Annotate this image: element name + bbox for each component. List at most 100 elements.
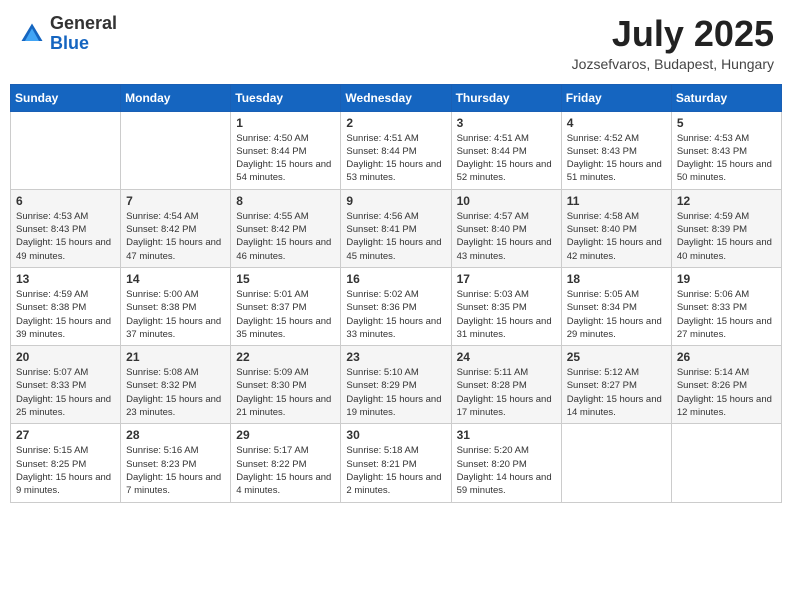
weekday-header-monday: Monday (121, 84, 231, 111)
calendar-cell: 25Sunrise: 5:12 AMSunset: 8:27 PMDayligh… (561, 346, 671, 424)
logo-icon (18, 20, 46, 48)
weekday-header-saturday: Saturday (671, 84, 781, 111)
page-header: General Blue July 2025 Jozsefvaros, Buda… (10, 10, 782, 76)
day-info: Sunrise: 4:51 AMSunset: 8:44 PMDaylight:… (457, 132, 556, 185)
day-number: 10 (457, 194, 556, 208)
calendar-cell: 18 Sunrise: 5:05 AMSunset: 8:34 PMDayligh… (561, 267, 671, 345)
weekday-header-thursday: Thursday (451, 84, 561, 111)
day-number: 17 (457, 272, 556, 286)
weekday-header-sunday: Sunday (11, 84, 121, 111)
day-number: 20 (16, 350, 115, 364)
calendar-cell: 9Sunrise: 4:56 AMSunset: 8:41 PMDaylight… (341, 189, 451, 267)
day-number: 19 (677, 272, 776, 286)
day-info: Sunrise: 5:14 AMSunset: 8:26 PMDaylight:… (677, 366, 776, 419)
logo-blue-text: Blue (50, 34, 117, 54)
calendar-cell: 13Sunrise: 4:59 AMSunset: 8:38 PMDayligh… (11, 267, 121, 345)
calendar-cell: 5 Sunrise: 4:53 AMSunset: 8:43 PMDaylight… (671, 111, 781, 189)
calendar-cell: 12Sunrise: 4:59 AMSunset: 8:39 PMDayligh… (671, 189, 781, 267)
logo: General Blue (18, 14, 117, 54)
day-number: 24 (457, 350, 556, 364)
day-info: Sunrise: 4:52 AMSunset: 8:43 PMDaylight:… (567, 132, 666, 185)
day-info: Sunrise: 5:16 AMSunset: 8:23 PMDaylight:… (126, 444, 225, 497)
calendar-cell: 28 Sunrise: 5:16 AMSunset: 8:23 PMDayligh… (121, 424, 231, 502)
day-number: 1 (236, 116, 335, 130)
day-info: Sunrise: 5:00 AMSunset: 8:38 PMDaylight:… (126, 288, 225, 341)
day-info: Sunrise: 5:05 AMSunset: 8:34 PMDaylight:… (567, 288, 666, 341)
day-info: Sunrise: 4:58 AMSunset: 8:40 PMDaylight:… (567, 210, 666, 263)
day-info: Sunrise: 5:17 AMSunset: 8:22 PMDaylight:… (236, 444, 335, 497)
day-number: 14 (126, 272, 225, 286)
day-number: 23 (346, 350, 445, 364)
month-year-title: July 2025 (572, 14, 774, 54)
calendar-cell: 7 Sunrise: 4:54 AMSunset: 8:42 PMDaylight… (121, 189, 231, 267)
weekday-header-row: SundayMondayTuesdayWednesdayThursdayFrid… (11, 84, 782, 111)
day-number: 4 (567, 116, 666, 130)
calendar-cell: 24 Sunrise: 5:11 AMSunset: 8:28 PMDayligh… (451, 346, 561, 424)
calendar-week-3: 13Sunrise: 4:59 AMSunset: 8:38 PMDayligh… (11, 267, 782, 345)
day-info: Sunrise: 5:01 AMSunset: 8:37 PMDaylight:… (236, 288, 335, 341)
calendar-cell (561, 424, 671, 502)
day-number: 18 (567, 272, 666, 286)
day-info: Sunrise: 5:07 AMSunset: 8:33 PMDaylight:… (16, 366, 115, 419)
location-subtitle: Jozsefvaros, Budapest, Hungary (572, 56, 774, 72)
day-info: Sunrise: 5:18 AMSunset: 8:21 PMDaylight:… (346, 444, 445, 497)
day-info: Sunrise: 5:12 AMSunset: 8:27 PMDaylight:… (567, 366, 666, 419)
day-number: 29 (236, 428, 335, 442)
day-number: 22 (236, 350, 335, 364)
day-number: 3 (457, 116, 556, 130)
calendar-cell: 21 Sunrise: 5:08 AMSunset: 8:32 PMDayligh… (121, 346, 231, 424)
day-info: Sunrise: 4:59 AMSunset: 8:38 PMDaylight:… (16, 288, 115, 341)
calendar-cell: 4 Sunrise: 4:52 AMSunset: 8:43 PMDaylight… (561, 111, 671, 189)
calendar-cell: 8 Sunrise: 4:55 AMSunset: 8:42 PMDaylight… (231, 189, 341, 267)
day-info: Sunrise: 4:51 AMSunset: 8:44 PMDaylight:… (346, 132, 445, 185)
weekday-header-friday: Friday (561, 84, 671, 111)
calendar-cell: 30Sunrise: 5:18 AMSunset: 8:21 PMDayligh… (341, 424, 451, 502)
calendar-cell: 17 Sunrise: 5:03 AMSunset: 8:35 PMDayligh… (451, 267, 561, 345)
title-section: July 2025 Jozsefvaros, Budapest, Hungary (572, 14, 774, 72)
day-info: Sunrise: 5:08 AMSunset: 8:32 PMDaylight:… (126, 366, 225, 419)
day-info: Sunrise: 4:54 AMSunset: 8:42 PMDaylight:… (126, 210, 225, 263)
calendar-cell: 2 Sunrise: 4:51 AMSunset: 8:44 PMDaylight… (341, 111, 451, 189)
day-number: 11 (567, 194, 666, 208)
calendar-cell: 6Sunrise: 4:53 AMSunset: 8:43 PMDaylight… (11, 189, 121, 267)
calendar-cell (11, 111, 121, 189)
day-info: Sunrise: 4:50 AMSunset: 8:44 PMDaylight:… (236, 132, 335, 185)
day-number: 8 (236, 194, 335, 208)
logo-general-text: General (50, 14, 117, 34)
day-info: Sunrise: 4:55 AMSunset: 8:42 PMDaylight:… (236, 210, 335, 263)
day-number: 9 (346, 194, 445, 208)
calendar-week-4: 20 Sunrise: 5:07 AMSunset: 8:33 PMDayligh… (11, 346, 782, 424)
calendar-cell: 1 Sunrise: 4:50 AMSunset: 8:44 PMDaylight… (231, 111, 341, 189)
day-number: 5 (677, 116, 776, 130)
day-info: Sunrise: 4:53 AMSunset: 8:43 PMDaylight:… (677, 132, 776, 185)
calendar-cell: 16Sunrise: 5:02 AMSunset: 8:36 PMDayligh… (341, 267, 451, 345)
calendar-cell: 14 Sunrise: 5:00 AMSunset: 8:38 PMDayligh… (121, 267, 231, 345)
calendar-cell: 29 Sunrise: 5:17 AMSunset: 8:22 PMDayligh… (231, 424, 341, 502)
calendar-cell: 15Sunrise: 5:01 AMSunset: 8:37 PMDayligh… (231, 267, 341, 345)
day-number: 31 (457, 428, 556, 442)
day-info: Sunrise: 5:03 AMSunset: 8:35 PMDaylight:… (457, 288, 556, 341)
day-number: 6 (16, 194, 115, 208)
calendar-week-2: 6Sunrise: 4:53 AMSunset: 8:43 PMDaylight… (11, 189, 782, 267)
calendar-cell: 11 Sunrise: 4:58 AMSunset: 8:40 PMDayligh… (561, 189, 671, 267)
calendar-cell: 26Sunrise: 5:14 AMSunset: 8:26 PMDayligh… (671, 346, 781, 424)
calendar-cell (671, 424, 781, 502)
day-number: 27 (16, 428, 115, 442)
calendar-table: SundayMondayTuesdayWednesdayThursdayFrid… (10, 84, 782, 503)
day-info: Sunrise: 5:15 AMSunset: 8:25 PMDaylight:… (16, 444, 115, 497)
day-info: Sunrise: 5:02 AMSunset: 8:36 PMDaylight:… (346, 288, 445, 341)
day-number: 28 (126, 428, 225, 442)
day-number: 2 (346, 116, 445, 130)
weekday-header-tuesday: Tuesday (231, 84, 341, 111)
calendar-week-5: 27 Sunrise: 5:15 AMSunset: 8:25 PMDayligh… (11, 424, 782, 502)
day-number: 7 (126, 194, 225, 208)
day-number: 12 (677, 194, 776, 208)
calendar-cell: 23Sunrise: 5:10 AMSunset: 8:29 PMDayligh… (341, 346, 451, 424)
calendar-cell: 10Sunrise: 4:57 AMSunset: 8:40 PMDayligh… (451, 189, 561, 267)
day-number: 21 (126, 350, 225, 364)
day-info: Sunrise: 5:11 AMSunset: 8:28 PMDaylight:… (457, 366, 556, 419)
calendar-cell: 27 Sunrise: 5:15 AMSunset: 8:25 PMDayligh… (11, 424, 121, 502)
logo-text: General Blue (50, 14, 117, 54)
day-info: Sunrise: 5:09 AMSunset: 8:30 PMDaylight:… (236, 366, 335, 419)
calendar-cell: 22 Sunrise: 5:09 AMSunset: 8:30 PMDayligh… (231, 346, 341, 424)
